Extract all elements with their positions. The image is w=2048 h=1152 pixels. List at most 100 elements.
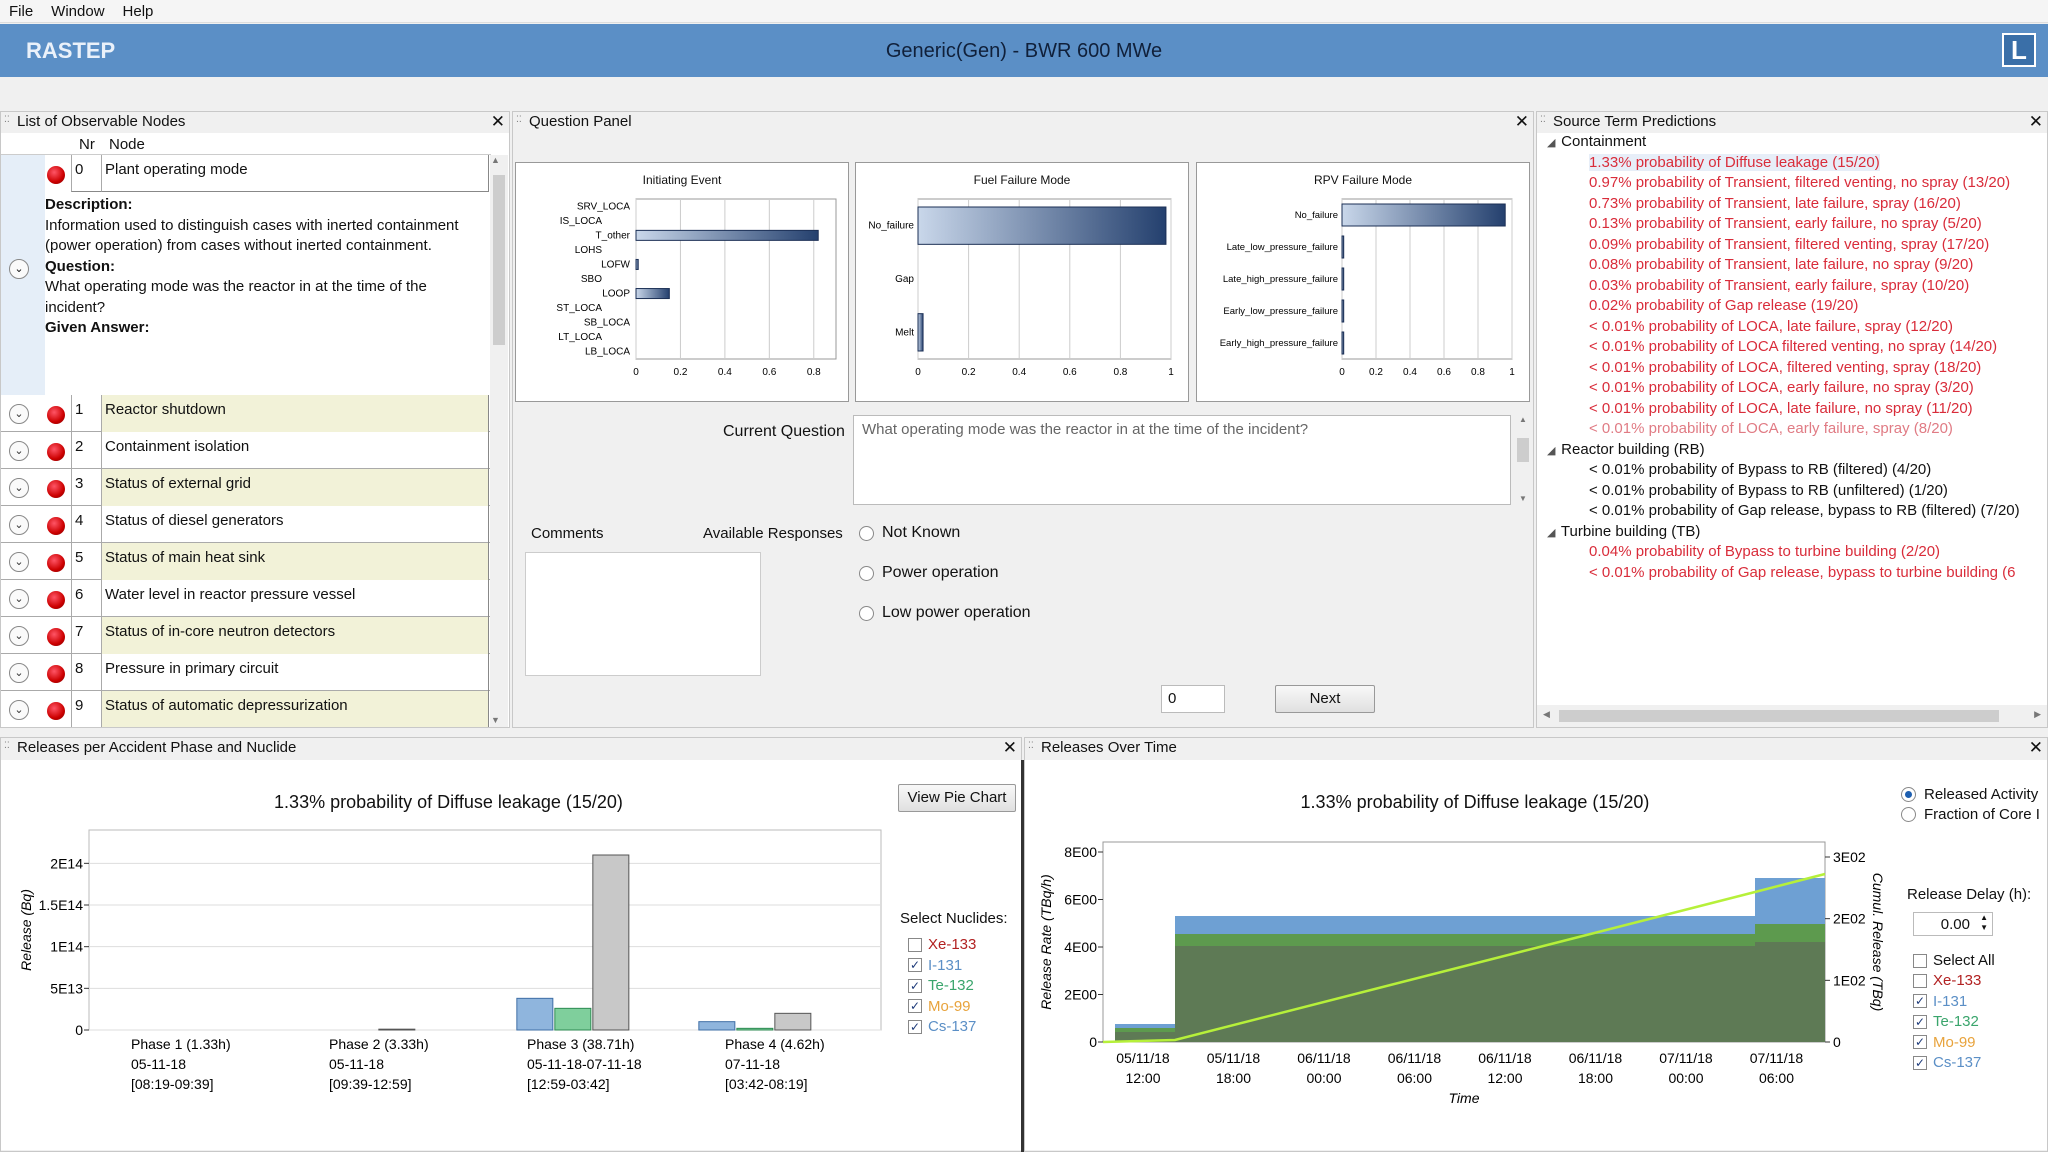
close-icon[interactable]: ✕	[1003, 738, 1017, 758]
nuclide-checkbox-i-131[interactable]: ✓ I-131	[1913, 993, 1967, 1010]
drag-grip-icon[interactable]: ⁚⁚	[4, 741, 12, 754]
panel-splitter[interactable]	[1021, 760, 1024, 1152]
scroll-up-icon[interactable]: ▲	[491, 155, 500, 165]
prediction-item[interactable]: 0.09% probability of Transient, filtered…	[1589, 236, 1989, 253]
nodes-scrollbar[interactable]: ▲ ▼	[490, 155, 508, 727]
tree-group-1[interactable]: ◢ Reactor building (RB)	[1547, 441, 1705, 458]
prediction-item[interactable]: 0.97% probability of Transient, filtered…	[1589, 174, 2010, 191]
x-tick-label: Phase 4 (4.62h)	[725, 1036, 825, 1052]
scrollbar-thumb[interactable]	[1559, 710, 1999, 722]
nuclide-checkbox-te-132[interactable]: ✓ Te-132	[1913, 1013, 1979, 1030]
view-pie-chart-button[interactable]: View Pie Chart	[898, 784, 1016, 812]
node-row-2[interactable]: ⌄ 2 Containment isolation	[1, 432, 491, 469]
collapse-triangle-icon[interactable]: ◢	[1547, 444, 1557, 457]
drag-grip-icon[interactable]: ⁚⁚	[4, 115, 12, 128]
expand-chevron-icon[interactable]: ⌄	[9, 700, 29, 720]
prediction-item[interactable]: < 0.01% probability of LOCA, early failu…	[1589, 420, 1953, 437]
prediction-item[interactable]: < 0.01% probability of LOCA, filtered ve…	[1589, 359, 1981, 376]
nuclide-checkbox-cs-137[interactable]: ✓ Cs-137	[908, 1018, 976, 1035]
expand-chevron-icon[interactable]: ⌄	[9, 404, 29, 424]
nuclide-checkbox-mo-99[interactable]: ✓ Mo-99	[1913, 1034, 1976, 1051]
prediction-item[interactable]: 0.03% probability of Transient, early fa…	[1589, 277, 1969, 294]
expand-chevron-icon[interactable]: ⌄	[9, 626, 29, 646]
node-row-3[interactable]: ⌄ 3 Status of external grid	[1, 469, 491, 506]
scroll-down-icon[interactable]: ▼	[1519, 494, 1527, 503]
close-icon[interactable]: ✕	[2029, 112, 2043, 132]
fraction-of-core-radio[interactable]: Fraction of Core I	[1901, 806, 2040, 823]
expand-chevron-icon[interactable]: ⌄	[9, 478, 29, 498]
drag-grip-icon[interactable]: ⁚⁚	[1028, 741, 1036, 754]
scroll-down-icon[interactable]: ▼	[491, 715, 500, 725]
prediction-item[interactable]: < 0.01% probability of LOCA filtered ven…	[1589, 338, 1997, 355]
prediction-item[interactable]: 0.02% probability of Gap release (19/20)	[1589, 297, 1858, 314]
collapse-triangle-icon[interactable]: ◢	[1547, 526, 1557, 539]
released-activity-radio[interactable]: Released Activity	[1901, 786, 2038, 803]
response-not-known[interactable]: Not Known	[859, 524, 960, 542]
next-button[interactable]: Next	[1275, 685, 1375, 713]
node-row-0[interactable]: 0 Plant operating mode	[1, 155, 491, 192]
menu-window[interactable]: Window	[42, 3, 113, 20]
scroll-right-icon[interactable]: ▶	[2034, 709, 2041, 720]
close-icon[interactable]: ✕	[491, 112, 505, 132]
node-row-9[interactable]: ⌄ 9 Status of automatic depressurization	[1, 691, 491, 727]
node-row-4[interactable]: ⌄ 4 Status of diesel generators	[1, 506, 491, 543]
prediction-item[interactable]: 0.13% probability of Transient, early fa…	[1589, 215, 1982, 232]
nuclide-checkbox-te-132[interactable]: ✓ Te-132	[908, 977, 974, 994]
collapse-triangle-icon[interactable]: ◢	[1547, 136, 1557, 149]
tree-group-2[interactable]: ◢ Turbine building (TB)	[1547, 523, 1700, 540]
close-icon[interactable]: ✕	[1515, 112, 1529, 132]
scrollbar-thumb[interactable]	[1517, 438, 1529, 462]
response-power-operation[interactable]: Power operation	[859, 564, 999, 582]
question-scrollbar[interactable]: ▲ ▼	[1515, 415, 1531, 505]
spinner-arrows-icon[interactable]: ▲ ▼	[1980, 913, 1988, 933]
prediction-item[interactable]: < 0.01% probability of LOCA, late failur…	[1589, 318, 1953, 335]
x-tick-label: 0.4	[1012, 367, 1026, 378]
comments-textarea[interactable]	[525, 552, 761, 676]
collapse-chevron-icon[interactable]: ⌄	[9, 259, 29, 279]
x-tick-label: 0	[1339, 367, 1345, 378]
expand-chevron-icon[interactable]: ⌄	[9, 441, 29, 461]
prediction-item[interactable]: 1.33% probability of Diffuse leakage (15…	[1589, 153, 1880, 171]
expand-chevron-icon[interactable]: ⌄	[9, 552, 29, 572]
prediction-item[interactable]: < 0.01% probability of LOCA, early failu…	[1589, 379, 1974, 396]
answer-number-input[interactable]: 0	[1161, 685, 1225, 713]
menu-file[interactable]: File	[0, 3, 42, 20]
prediction-item[interactable]: < 0.01% probability of Gap release, bypa…	[1589, 502, 2020, 519]
nuclide-checkbox-cs-137[interactable]: ✓ Cs-137	[1913, 1054, 1981, 1071]
expand-chevron-icon[interactable]: ⌄	[9, 515, 29, 535]
node-row-8[interactable]: ⌄ 8 Pressure in primary circuit	[1, 654, 491, 691]
node-row-5[interactable]: ⌄ 5 Status of main heat sink	[1, 543, 491, 580]
bar	[635, 229, 819, 241]
nuclide-checkbox-xe-133[interactable]: Xe-133	[1913, 972, 1981, 989]
release-delay-input[interactable]: 0.00 ▲ ▼	[1913, 912, 1993, 936]
nuclide-checkbox-mo-99[interactable]: ✓ Mo-99	[908, 998, 971, 1015]
drag-grip-icon[interactable]: ⁚⁚	[516, 115, 524, 128]
nuclide-checkbox-i-131[interactable]: ✓ I-131	[908, 957, 962, 974]
select-all-checkbox[interactable]: Select All	[1913, 952, 1995, 969]
node-row-1[interactable]: ⌄ 1 Reactor shutdown	[1, 395, 491, 432]
col-nr-header[interactable]: Nr	[79, 136, 95, 153]
source-term-hscrollbar[interactable]: ◀ ▶	[1537, 706, 2047, 726]
expand-chevron-icon[interactable]: ⌄	[9, 589, 29, 609]
drag-grip-icon[interactable]: ⁚⁚	[1540, 115, 1548, 128]
scroll-up-icon[interactable]: ▲	[1515, 415, 1531, 424]
col-node-header[interactable]: Node	[109, 136, 145, 153]
prediction-item[interactable]: < 0.01% probability of LOCA, late failur…	[1589, 400, 1973, 417]
close-icon[interactable]: ✕	[2029, 738, 2043, 758]
menu-help[interactable]: Help	[114, 3, 163, 20]
scrollbar-thumb[interactable]	[493, 175, 505, 345]
prediction-item[interactable]: < 0.01% probability of Bypass to RB (fil…	[1589, 461, 1931, 478]
bar	[635, 258, 639, 270]
scroll-left-icon[interactable]: ◀	[1543, 709, 1550, 720]
node-row-7[interactable]: ⌄ 7 Status of in-core neutron detectors	[1, 617, 491, 654]
response-low-power-operation[interactable]: Low power operation	[859, 604, 1031, 622]
nuclide-checkbox-xe-133[interactable]: Xe-133	[908, 936, 976, 953]
prediction-item[interactable]: 0.08% probability of Transient, late fai…	[1589, 256, 1973, 273]
prediction-item[interactable]: 0.04% probability of Bypass to turbine b…	[1589, 543, 1940, 560]
tree-group-0[interactable]: ◢ Containment	[1547, 133, 1646, 150]
node-row-6[interactable]: ⌄ 6 Water level in reactor pressure vessel	[1, 580, 491, 617]
expand-chevron-icon[interactable]: ⌄	[9, 663, 29, 683]
prediction-item[interactable]: < 0.01% probability of Gap release, bypa…	[1589, 564, 2016, 581]
prediction-item[interactable]: 0.73% probability of Transient, late fai…	[1589, 195, 1961, 212]
prediction-item[interactable]: < 0.01% probability of Bypass to RB (unf…	[1589, 482, 1948, 499]
